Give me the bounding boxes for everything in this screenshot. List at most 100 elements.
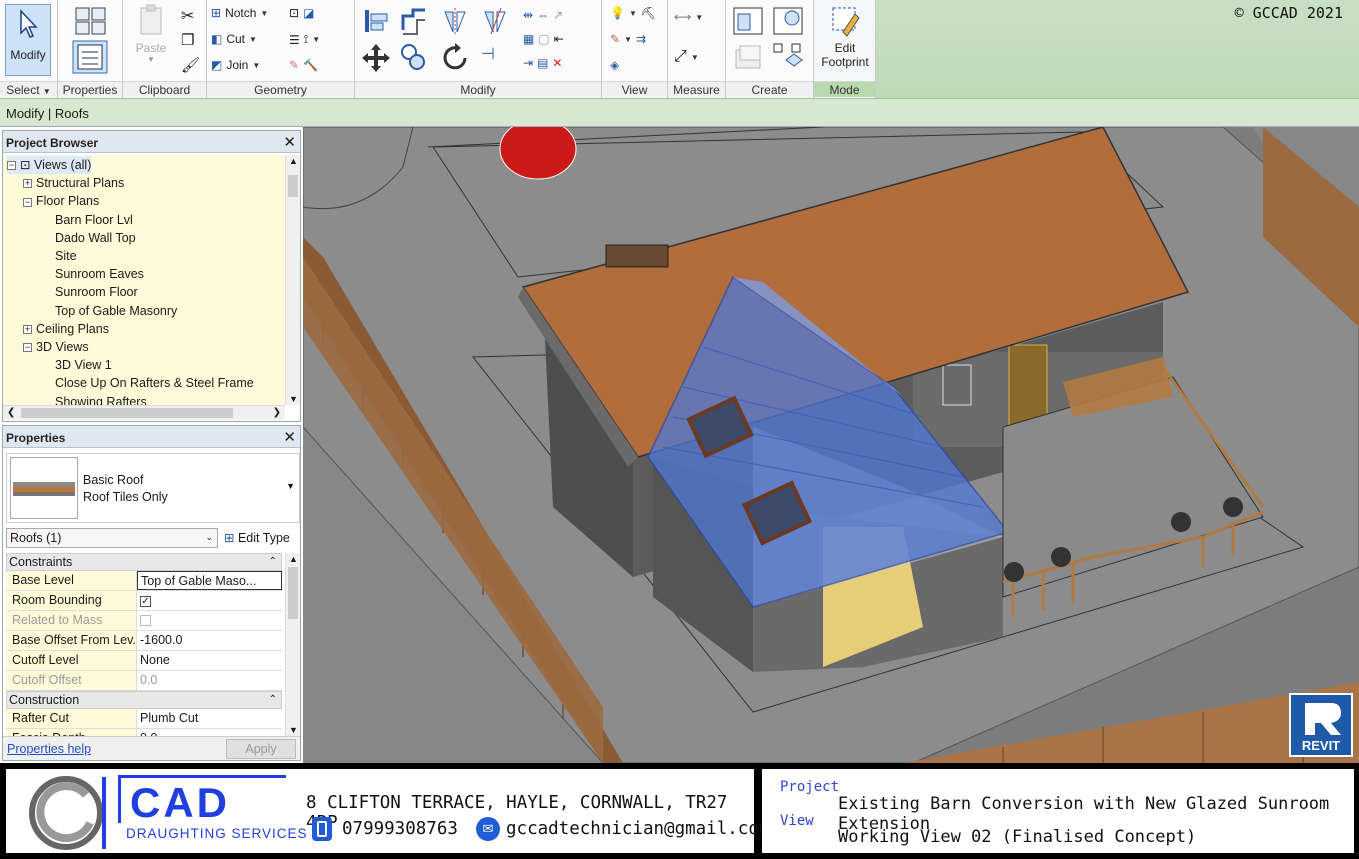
cut-clipboard-icon[interactable]: ✂ (181, 6, 194, 26)
edit-footprint-button[interactable]: Edit Footprint (817, 4, 873, 76)
offset-icon[interactable] (399, 6, 429, 36)
browser-item[interactable]: Sunroom Floor (55, 283, 138, 301)
project-label: Project (780, 779, 840, 795)
panel-select: Modify Select ▼ (0, 0, 58, 98)
notch-button[interactable]: ⊞ Notch ▼ (211, 6, 268, 20)
browser-item[interactable]: Sunroom Eaves (55, 265, 144, 283)
expand-icon[interactable]: + (23, 325, 32, 334)
measure-between-icon[interactable]: ⟷ ▼ (674, 10, 703, 24)
properties-scroll-thumb[interactable] (288, 567, 298, 619)
browser-item[interactable]: − Floor Plans (23, 192, 99, 210)
collapse-icon[interactable]: − (23, 343, 32, 353)
move-icon[interactable] (361, 42, 391, 74)
browser-item[interactable]: Showing Rafters (55, 393, 147, 405)
property-value[interactable]: Top of Gable Maso... (137, 571, 282, 590)
create-parts-icon[interactable] (732, 6, 764, 36)
type-dropdown-icon[interactable]: ▼ (286, 481, 295, 491)
linework-icon[interactable]: ◈ (610, 58, 619, 72)
panel-properties: Properties (58, 0, 123, 98)
3d-viewport[interactable]: REVIT (303, 127, 1359, 763)
property-value[interactable]: 0.0 (137, 729, 282, 736)
scroll-left-icon[interactable]: ❮ (7, 407, 15, 418)
property-name: Base Level (6, 571, 137, 590)
instance-filter-dropdown[interactable]: Roofs (1) ⌄ (6, 528, 218, 548)
close-properties-icon[interactable]: ✕ (283, 428, 296, 446)
array-icon[interactable]: ▦ ▢ ⇤ (523, 32, 564, 46)
paint-icon[interactable]: ✎ 🔨 (289, 58, 318, 72)
wall-joins-icon[interactable]: ⊡ ◪ (289, 6, 314, 20)
copy-element-icon[interactable] (399, 42, 429, 74)
type-name-label: Roof Tiles Only (83, 490, 168, 504)
aligned-dimension-icon[interactable]: ⤢ ▼ (674, 48, 699, 66)
join-label: Join (226, 58, 249, 72)
close-project-browser-icon[interactable]: ✕ (283, 133, 296, 151)
properties-help-link[interactable]: Properties help (7, 742, 91, 756)
properties-scrollbar[interactable]: ▲ ▼ (285, 553, 300, 736)
panel-label-geometry: Geometry (207, 81, 354, 97)
property-value[interactable]: None (137, 651, 282, 670)
views-icon: ⊡ (20, 158, 34, 172)
scroll-up-icon[interactable]: ▲ (289, 554, 298, 564)
scale-icon[interactable]: ⇥ ▤ ✕ (523, 56, 562, 70)
cut-geometry-button[interactable]: ◧ Cut ▼ (211, 32, 257, 46)
paste-label: Paste (135, 41, 167, 55)
property-value[interactable]: ✓ (137, 591, 282, 610)
match-type-icon[interactable]: 🖌 (181, 56, 200, 74)
properties-section-header[interactable]: Construction ⌃ (6, 691, 282, 709)
create-assembly-icon[interactable] (732, 42, 764, 72)
scroll-down-icon[interactable]: ▼ (289, 394, 298, 404)
hide-element-icon[interactable]: 💡 ▼ ⛏ (610, 6, 656, 20)
browser-vertical-scrollbar[interactable]: ▲ ▼ (285, 155, 300, 405)
browser-horizontal-scrollbar[interactable]: ❮ ❯ (3, 405, 285, 420)
rotate-icon[interactable] (441, 42, 471, 74)
browser-item[interactable]: Site (55, 247, 77, 265)
browser-item[interactable]: −3D Views (23, 338, 89, 356)
align-icon[interactable] (361, 6, 391, 36)
collapse-section-icon[interactable]: ⌃ (269, 554, 277, 570)
scroll-down-icon[interactable]: ▼ (289, 725, 298, 735)
type-properties-icon[interactable] (74, 6, 108, 36)
split-element-icon[interactable]: ⇹ ⇔ ↗ (523, 8, 563, 22)
collapse-icon[interactable]: − (7, 161, 16, 171)
mirror-draw-axis-icon[interactable] (481, 6, 511, 36)
collapse-icon[interactable]: − (23, 197, 32, 207)
edit-type-label: Edit Type (237, 531, 290, 545)
join-button[interactable]: ◩ Join ▼ (211, 58, 260, 72)
apply-button[interactable]: Apply (226, 739, 296, 759)
scroll-up-icon[interactable]: ▲ (289, 156, 298, 166)
property-value[interactable]: -1600.0 (137, 631, 282, 650)
property-value[interactable]: Plumb Cut (137, 709, 282, 728)
browser-item[interactable]: + Structural Plans (23, 174, 124, 192)
browser-item[interactable]: Top of Gable Masonry (55, 302, 177, 320)
browser-scroll-thumb[interactable] (288, 175, 298, 197)
3d-model-view[interactable] (303, 127, 1359, 763)
browser-item-label: Close Up On Rafters & Steel Frame (55, 376, 254, 391)
panel-label-modify: Modify (355, 81, 601, 97)
browser-item[interactable]: + Ceiling Plans (23, 320, 109, 338)
property-checkbox[interactable]: ✓ (140, 596, 151, 607)
create-similar-icon[interactable] (772, 42, 804, 72)
modify-button[interactable]: Modify (5, 4, 51, 76)
panel-label-properties: Properties (58, 81, 122, 97)
browser-item[interactable]: Barn Floor Lvl (55, 211, 133, 229)
edit-type-button[interactable]: ⊞ Edit Type (224, 530, 290, 545)
override-graphics-icon[interactable]: ✎ ▼ ⇉ (610, 32, 646, 46)
split-face-icon[interactable]: ☰ ⟟ ▼ (289, 32, 320, 47)
browser-item[interactable]: 3D View 1 (55, 356, 112, 374)
properties-palette-icon[interactable] (72, 40, 108, 74)
collapse-section-icon[interactable]: ⌃ (269, 692, 277, 708)
browser-item[interactable]: Dado Wall Top (55, 229, 136, 247)
properties-section-header[interactable]: Constraints ⌃ (6, 553, 282, 571)
copy-icon[interactable]: ❐ (181, 31, 194, 49)
mirror-pick-axis-icon[interactable] (441, 6, 471, 36)
expand-icon[interactable]: + (23, 179, 32, 189)
browser-item[interactable]: Close Up On Rafters & Steel Frame (55, 374, 254, 392)
type-selector[interactable]: Basic Roof Roof Tiles Only ▼ (6, 453, 300, 523)
scroll-right-icon[interactable]: ❯ (273, 407, 281, 418)
browser-hscroll-thumb[interactable] (21, 408, 233, 418)
browser-item[interactable]: − ⊡ Views (all) (7, 156, 92, 174)
paste-button[interactable]: Paste ▼ (129, 4, 173, 74)
create-group-icon[interactable] (772, 6, 804, 36)
panel-label-select[interactable]: Select ▼ (0, 81, 57, 97)
trim-extend-icon[interactable]: ⊣ (481, 44, 495, 64)
